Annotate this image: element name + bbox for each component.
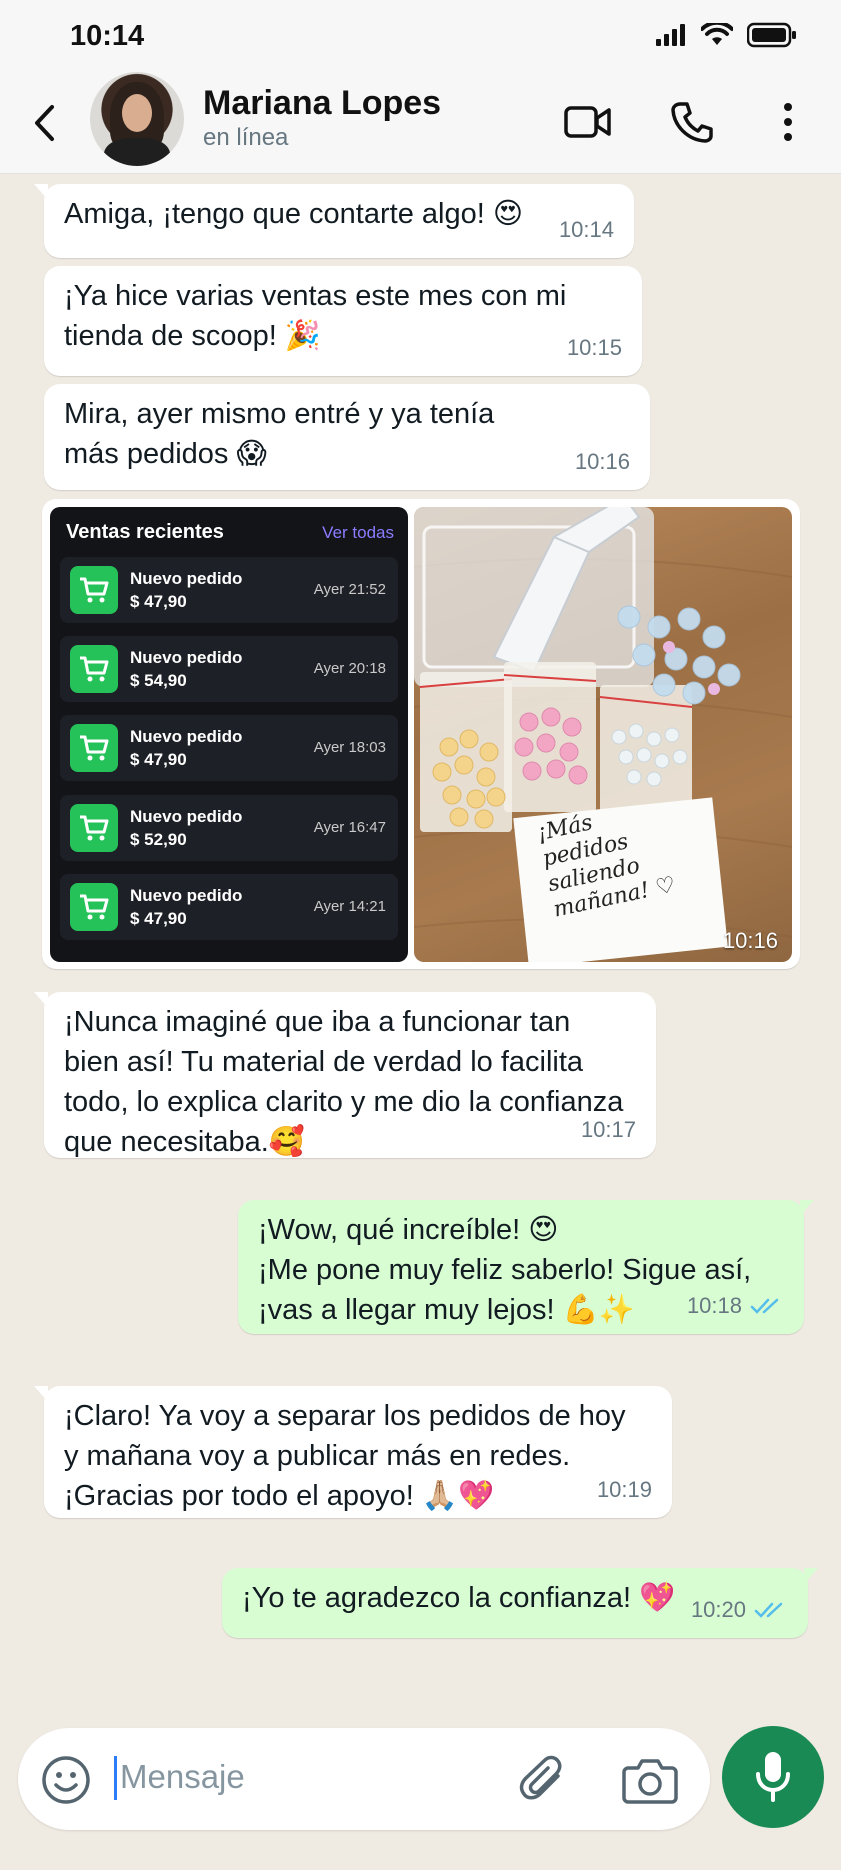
order-row: Nuevo pedido $ 54,90 Ayer 20:18 (60, 636, 398, 702)
double-check-icon (754, 1602, 783, 1618)
message-bubble-outgoing[interactable]: ¡Yo te agradezco la confianza! 💖 10:20 (222, 1568, 818, 1638)
message-time: 10:17 (580, 1117, 636, 1142)
contact-name[interactable]: Mariana Lopes (203, 84, 441, 123)
text-caret (114, 1756, 117, 1800)
message-bubble-incoming[interactable]: Amiga, ¡tengo que contarte algo! 😍 10:14 (34, 184, 634, 258)
battery-icon (747, 22, 796, 48)
view-all-link: Ver todas (322, 523, 394, 542)
order-time: Ayer 18:03 (313, 739, 386, 756)
camera-button[interactable] (622, 1754, 678, 1811)
message-input[interactable]: Mensaje (18, 1728, 710, 1830)
order-amount: $ 54,90 (130, 671, 187, 690)
video-camera-icon (564, 106, 611, 138)
status-bar: 10:14 (0, 0, 841, 72)
order-title: Nuevo pedido (130, 569, 243, 588)
camera-icon (622, 1759, 678, 1804)
order-amount: $ 47,90 (130, 750, 187, 769)
message-text: ¡Claro! Ya voy a separar los pedidos de … (64, 1400, 626, 1512)
sales-screenshot: Ventas recientes Ver todas Nuevo pedido … (50, 507, 408, 962)
message-bubble-incoming[interactable]: ¡Ya hice varias ventas este mes con mi t… (44, 266, 642, 376)
message-time: 10:19 (596, 1477, 652, 1502)
message-time: 10:20 (690, 1597, 746, 1622)
message-time: 10:18 (686, 1293, 742, 1318)
status-icons (655, 22, 797, 48)
message-time-row: 10:20 (691, 1590, 788, 1630)
cart-icon (70, 645, 118, 693)
message-bubble-outgoing[interactable]: ¡Wow, qué increíble! 😍 ¡Me pone muy feli… (238, 1200, 814, 1334)
order-title: Nuevo pedido (130, 886, 243, 905)
message-text: Mira, ayer mismo entré y ya tenía más pe… (64, 398, 495, 470)
chat-header: Mariana Lopes en línea (0, 72, 841, 174)
chevron-left-icon (35, 105, 54, 141)
voice-call-button[interactable] (664, 94, 720, 150)
message-time: 10:15 (566, 335, 622, 360)
message-time: 10:16 (574, 449, 630, 474)
message-input-bar: Mensaje (0, 1714, 841, 1870)
message-time: 10:14 (558, 217, 614, 242)
message-text: Amiga, ¡tengo que contarte algo! 😍 (64, 198, 524, 230)
video-call-button[interactable] (560, 94, 616, 150)
message-time-row: 10:18 (687, 1286, 784, 1326)
image-message[interactable]: Ventas recientes Ver todas Nuevo pedido … (42, 499, 800, 969)
kebab-menu-icon (784, 103, 792, 141)
cart-icon (70, 804, 118, 852)
message-text: ¡Ya hice varias ventas este mes con mi t… (64, 280, 567, 352)
order-amount: $ 52,90 (130, 830, 187, 849)
message-bubble-incoming[interactable]: Mira, ayer mismo entré y ya tenía más pe… (44, 384, 650, 490)
paperclip-icon (519, 1755, 562, 1800)
order-time: Ayer 14:21 (313, 898, 386, 915)
product-photo: ¡Más pedidos saliendo mañana! ♡ 10:16 (414, 507, 792, 962)
order-title: Nuevo pedido (130, 807, 243, 826)
signal-icon (656, 24, 685, 46)
wifi-icon (701, 23, 733, 45)
contact-status: en línea (203, 124, 289, 151)
order-title: Nuevo pedido (130, 727, 243, 746)
message-text: ¡Nunca imaginé que iba a funcionar tan b… (64, 1006, 624, 1158)
emoji-button[interactable] (40, 1754, 92, 1811)
cart-icon (70, 724, 118, 772)
message-bubble-incoming[interactable]: ¡Claro! Ya voy a separar los pedidos de … (34, 1386, 672, 1518)
order-row: Nuevo pedido $ 47,90 Ayer 18:03 (60, 715, 398, 781)
order-row: Nuevo pedido $ 52,90 Ayer 16:47 (60, 795, 398, 861)
order-time: Ayer 21:52 (313, 581, 386, 598)
order-amount: $ 47,90 (130, 592, 187, 611)
order-amount: $ 47,90 (130, 909, 187, 928)
attach-button[interactable] (518, 1754, 570, 1811)
emoji-icon (42, 1756, 90, 1804)
message-time: 10:16 (722, 928, 778, 953)
message-bubble-incoming[interactable]: ¡Nunca imaginé que iba a funcionar tan b… (34, 992, 656, 1158)
message-placeholder: Mensaje (120, 1758, 245, 1795)
order-title: Nuevo pedido (130, 648, 243, 667)
avatar[interactable] (90, 72, 184, 166)
order-time: Ayer 20:18 (313, 660, 386, 677)
status-time: 10:14 (70, 20, 145, 52)
order-time: Ayer 16:47 (313, 819, 386, 836)
chat-area[interactable]: Amiga, ¡tengo que contarte algo! 😍 10:14… (0, 174, 841, 1714)
voice-message-button[interactable] (722, 1726, 824, 1828)
double-check-icon (750, 1298, 779, 1314)
more-options-button[interactable] (760, 94, 816, 150)
cart-icon (70, 883, 118, 931)
order-row: Nuevo pedido $ 47,90 Ayer 14:21 (60, 874, 398, 940)
phone-icon (671, 102, 713, 143)
back-button[interactable] (24, 98, 64, 148)
sales-panel-title: Ventas recientes (66, 521, 224, 543)
order-row: Nuevo pedido $ 47,90 Ayer 21:52 (60, 557, 398, 623)
cart-icon (70, 566, 118, 614)
microphone-icon (756, 1752, 790, 1802)
